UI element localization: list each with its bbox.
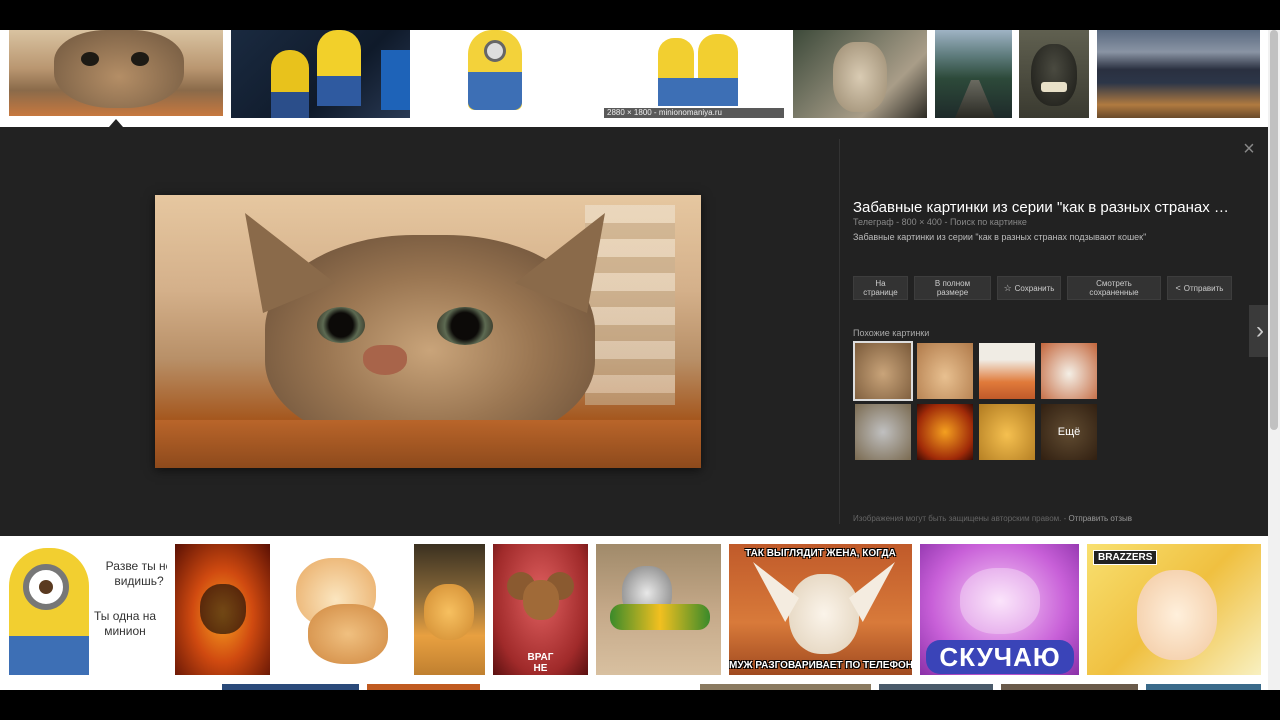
copyright-note: Изображения могут быть защищены авторски…	[853, 514, 1132, 523]
image-search-page: 2880 × 1800 - minionomaniya.ru × Забавны…	[0, 0, 1280, 720]
panel-divider	[839, 139, 840, 524]
preview-meta: Телеграф - 800 × 400 - Поиск по картинке	[853, 217, 1027, 227]
top-black-bar	[0, 0, 1280, 30]
cheb-text-1: ВРАГ	[527, 652, 554, 663]
share-icon: <	[1175, 282, 1181, 293]
share-label: Отправить	[1183, 283, 1224, 293]
minion-text-1: Разве ты не	[105, 559, 167, 573]
fullsize-label-2: размере	[936, 288, 969, 297]
minion-text-3: Ты одна на	[93, 609, 157, 623]
share-button[interactable]: < Отправить	[1167, 276, 1232, 300]
thumb-cat-flowers[interactable]	[596, 544, 721, 675]
minion-text-2: видишь?	[114, 574, 164, 588]
skuchayu-text: СКУЧАЮ	[926, 640, 1074, 674]
similar-image-6[interactable]	[917, 404, 973, 460]
view-saved-label-2: сохраненные	[1089, 288, 1139, 297]
feedback-link[interactable]: Отправить отзыв	[1069, 514, 1133, 523]
fox-bottom-text: МУЖ РАЗГОВАРИВАЕТ ПО ТЕЛЕФОНУ	[729, 660, 912, 671]
similar-image-2[interactable]	[917, 343, 973, 399]
similar-image-1[interactable]	[853, 341, 913, 401]
view-saved-label-1: Смотреть	[1096, 279, 1132, 288]
brazzers-logo-text: BRAZZERS	[1093, 550, 1158, 565]
thumb-kitten-praying[interactable]	[793, 30, 927, 118]
visit-page-button[interactable]: На странице	[853, 276, 908, 300]
preview-main-image[interactable]	[155, 195, 701, 468]
minion-text-4: минион	[104, 624, 146, 638]
visit-label-1: На	[875, 279, 886, 288]
visit-label-2: странице	[863, 288, 898, 297]
thumb-cheburashka[interactable]: ВРАГ НЕ	[493, 544, 588, 675]
thumb-fennec-meme[interactable]: ТАК ВЫГЛЯДИТ ЖЕНА, КОГДА МУЖ РАЗГОВАРИВА…	[729, 544, 912, 675]
thumb-monkey[interactable]	[1019, 30, 1089, 118]
star-icon: ☆	[1003, 282, 1012, 293]
preview-description: Забавные картинки из серии "как в разных…	[853, 232, 1147, 242]
preview-title[interactable]: Забавные картинки из серии "как в разных…	[853, 199, 1233, 216]
copyright-text: Изображения могут быть защищены авторски…	[853, 514, 1062, 523]
fullsize-label-1: В полном	[934, 279, 971, 288]
similar-image-3[interactable]	[979, 343, 1035, 399]
more-label: Ещё	[1041, 404, 1097, 460]
thumb-doge[interactable]	[278, 544, 406, 675]
thumb-minions-white[interactable]	[418, 30, 785, 118]
thumb-minions-dark[interactable]	[231, 30, 410, 118]
similar-image-5[interactable]	[855, 404, 911, 460]
similar-image-7[interactable]	[979, 404, 1035, 460]
thumb-orange-kitten[interactable]	[414, 544, 485, 675]
fox-top-text: ТАК ВЫГЛЯДИТ ЖЕНА, КОГДА	[745, 548, 896, 559]
thumb-mountain-lake[interactable]	[1097, 30, 1260, 118]
scrollbar-thumb[interactable]	[1270, 30, 1278, 430]
save-button[interactable]: ☆ Сохранить	[997, 276, 1061, 300]
similar-images-title: Похожие картинки	[853, 328, 930, 338]
thumb-bridge[interactable]	[935, 30, 1012, 118]
similar-image-4[interactable]	[1041, 343, 1097, 399]
close-icon[interactable]: ×	[1240, 139, 1258, 159]
thumb-cat-selected[interactable]	[9, 30, 223, 116]
selected-caret	[109, 119, 123, 127]
bottom-black-bar	[0, 690, 1280, 720]
thumb-minion-meme[interactable]: Разве ты не видишь? Ты одна на минион	[9, 544, 167, 675]
view-saved-button[interactable]: Смотреть сохраненные	[1067, 276, 1161, 300]
cheb-text-2: НЕ	[533, 663, 548, 674]
cheb-text: ВРАГ НЕ	[493, 652, 588, 674]
thumb-cartoon-brazzers[interactable]: BRAZZERS	[1087, 544, 1261, 675]
full-size-button[interactable]: В полном размере	[914, 276, 991, 300]
image-size-caption: 2880 × 1800 - minionomaniya.ru	[604, 108, 784, 118]
thumb-skuchayu[interactable]: СКУЧАЮ	[920, 544, 1079, 675]
thumb-tiger-fire[interactable]	[175, 544, 270, 675]
save-label: Сохранить	[1014, 283, 1055, 293]
similar-images-more[interactable]: Ещё	[1041, 404, 1097, 460]
